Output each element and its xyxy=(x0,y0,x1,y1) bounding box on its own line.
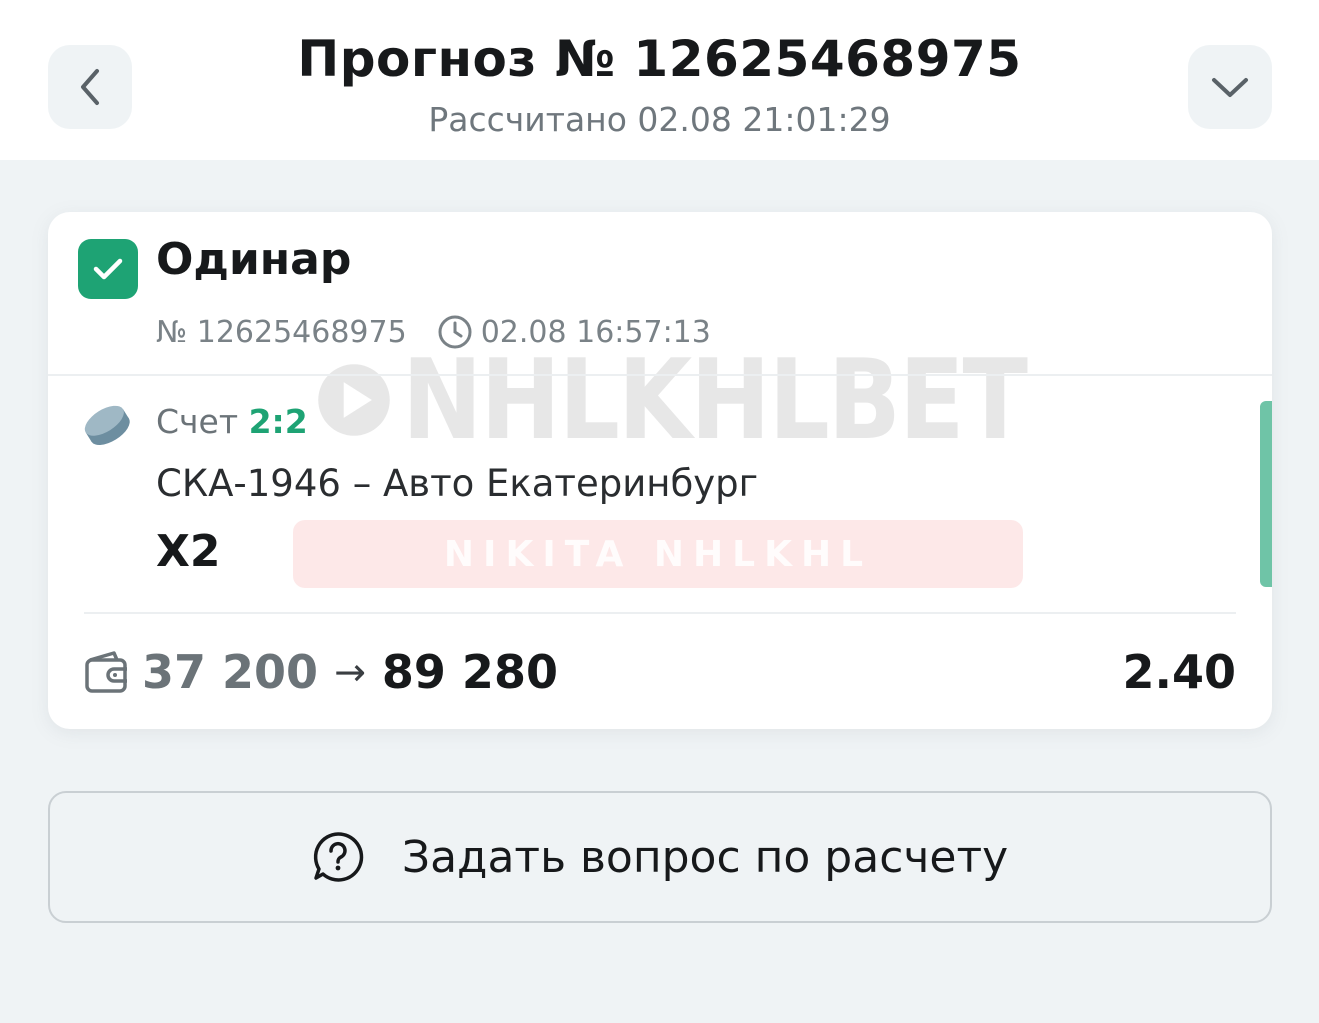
ask-question-label: Задать вопрос по расчету xyxy=(401,831,1009,883)
bet-outcome: X2 xyxy=(156,526,221,577)
stake-amount: 37 200 xyxy=(142,645,319,699)
score-label: Счет xyxy=(156,402,239,441)
watermark-banner: NIKITA NHLKHL xyxy=(293,520,1023,588)
clock-icon xyxy=(437,314,473,350)
match-teams: СКА-1946 – Авто Екатеринбург xyxy=(156,462,759,505)
check-icon xyxy=(93,258,123,280)
ask-question-button[interactable]: Задать вопрос по расчету xyxy=(48,791,1272,923)
bet-meta: № 12625468975 02.08 16:57:13 xyxy=(156,312,711,352)
question-chat-icon xyxy=(312,831,364,883)
header: Прогноз № 12625468975 Рассчитано 02.08 2… xyxy=(0,0,1319,160)
divider xyxy=(84,612,1236,614)
status-check-badge xyxy=(78,239,138,299)
payout-amount: 89 280 xyxy=(381,645,558,699)
bet-card: NHLKHLBET Одинар № 12625468975 02.08 16:… xyxy=(48,212,1272,729)
page-subtitle: Рассчитано 02.08 21:01:29 xyxy=(428,100,891,139)
score-value: 2:2 xyxy=(248,402,308,441)
page-title: Прогноз № 12625468975 xyxy=(297,30,1022,88)
collapse-button[interactable] xyxy=(1188,45,1272,129)
wallet-icon xyxy=(84,650,130,694)
stake-payout: 37 200 → 89 280 xyxy=(84,642,558,702)
bet-time: 02.08 16:57:13 xyxy=(480,314,711,350)
divider xyxy=(48,374,1272,376)
arrow-right-icon: → xyxy=(334,650,366,694)
bet-number: № 12625468975 xyxy=(156,314,407,350)
event-accent-bar xyxy=(1260,401,1272,587)
chevron-down-icon xyxy=(1212,78,1248,97)
hockey-puck-icon xyxy=(81,400,133,454)
bet-type: Одинар xyxy=(156,234,352,285)
coefficient: 2.40 xyxy=(1122,645,1237,699)
score: Счет 2:2 xyxy=(156,402,308,441)
